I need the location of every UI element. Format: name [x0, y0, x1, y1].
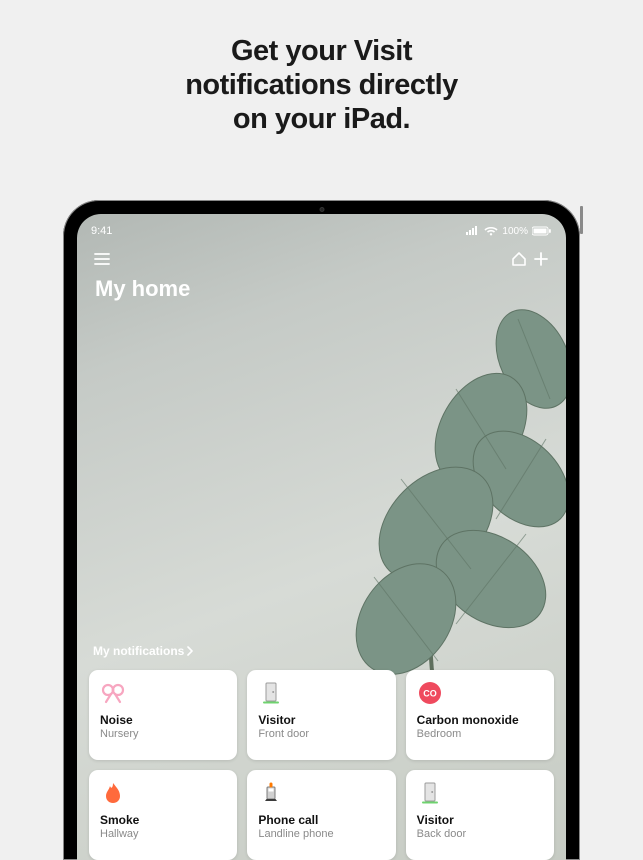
card-smoke[interactable]: Smoke Hallway [89, 770, 237, 860]
ipad-frame: 9:41 100% My home My [63, 200, 580, 860]
chevron-right-icon [187, 646, 193, 656]
add-button[interactable] [530, 248, 552, 270]
status-time: 9:41 [91, 225, 131, 237]
card-subtitle: Hallway [100, 828, 226, 841]
phone-icon [258, 780, 284, 806]
card-phone-call[interactable]: Phone call Landline phone [247, 770, 395, 860]
card-title: Phone call [258, 814, 384, 828]
card-subtitle: Nursery [100, 728, 226, 741]
home-button[interactable] [508, 248, 530, 270]
notifications-section-header[interactable]: My notifications [93, 644, 193, 658]
app-screen: 9:41 100% My home My [77, 214, 566, 860]
section-label: My notifications [93, 644, 184, 658]
wifi-icon [484, 226, 498, 236]
noise-icon [100, 680, 126, 706]
card-title: Visitor [258, 714, 384, 728]
status-bar: 9:41 100% [77, 222, 566, 240]
wallpaper-plant [266, 289, 566, 709]
page-title: My home [95, 276, 190, 302]
promo-line-1: Get your Visit [231, 35, 412, 67]
promo-line-2: notifications directly [185, 69, 458, 101]
card-subtitle: Bedroom [417, 728, 543, 741]
device-side-button [580, 206, 583, 234]
card-subtitle: Landline phone [258, 828, 384, 841]
top-bar [77, 242, 566, 276]
card-subtitle: Front door [258, 728, 384, 741]
card-carbon-monoxide[interactable]: CO Carbon monoxide Bedroom [406, 670, 554, 760]
card-visitor-back[interactable]: Visitor Back door [406, 770, 554, 860]
card-title: Visitor [417, 814, 543, 828]
battery-label: 100% [502, 226, 528, 237]
card-visitor-front[interactable]: Visitor Front door [247, 670, 395, 760]
door-icon [417, 780, 443, 806]
flame-icon [100, 780, 126, 806]
card-title: Carbon monoxide [417, 714, 543, 728]
co-badge-text: CO [423, 689, 437, 699]
promo-line-3: on your iPad. [233, 103, 410, 135]
card-title: Smoke [100, 814, 226, 828]
plus-icon [533, 251, 549, 267]
status-right: 100% [466, 226, 552, 237]
card-subtitle: Back door [417, 828, 543, 841]
home-icon [511, 251, 527, 267]
card-noise[interactable]: Noise Nursery [89, 670, 237, 760]
door-icon [258, 680, 284, 706]
hamburger-icon [94, 253, 110, 265]
co-icon: CO [417, 680, 443, 706]
menu-button[interactable] [91, 248, 113, 270]
notifications-grid: Noise Nursery Visitor Front door [89, 670, 554, 860]
cellular-icon [466, 226, 480, 236]
battery-icon [532, 226, 552, 236]
promo-heading: Get your Visit notifications directly on… [0, 0, 643, 137]
card-title: Noise [100, 714, 226, 728]
device-camera [319, 207, 324, 212]
